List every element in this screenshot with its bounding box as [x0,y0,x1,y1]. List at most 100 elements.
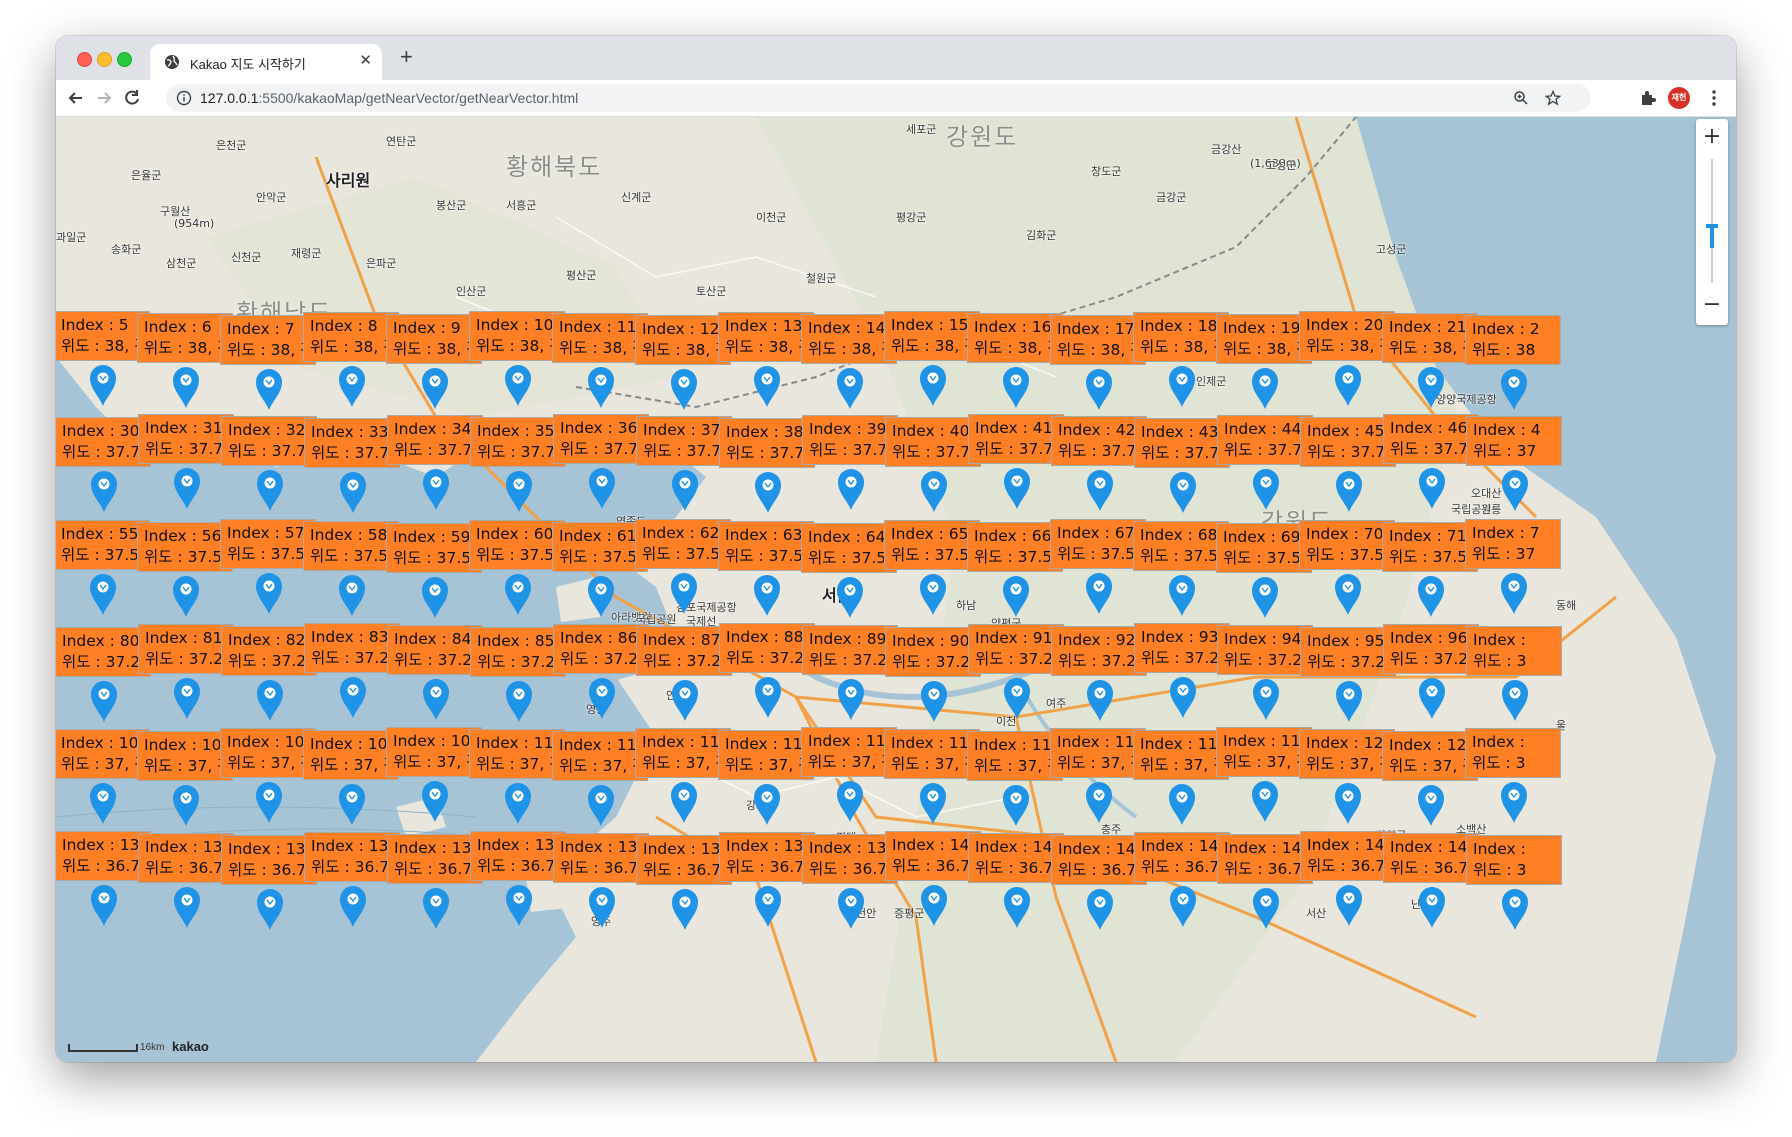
marker-info-window[interactable]: Index : 140 위도 : 36.75, [885,831,981,881]
map-pin-marker-icon[interactable] [88,363,118,407]
map-pin-marker-icon[interactable] [752,573,782,617]
map-pin-marker-icon[interactable] [587,676,617,720]
marker-info-window[interactable]: Index : 66 위도 : 37.5, 경 [967,522,1063,572]
marker-info-window[interactable]: Index : 16 위도 : 38, 경 [967,313,1063,363]
marker-info-window[interactable]: Index : 80 위도 : 37.25, [56,627,151,677]
map-pin-marker-icon[interactable] [504,883,534,927]
reload-icon[interactable] [122,88,142,108]
marker-info-window[interactable]: Index : 17 위도 : 38, 경 [1050,315,1146,365]
map-pin-marker-icon[interactable] [1168,470,1198,514]
map-pin-marker-icon[interactable] [172,676,202,720]
marker-info-window[interactable]: Index : 55 위도 : 37.5, 경 [56,520,150,570]
zoom-slider-handle[interactable] [1705,222,1719,250]
map-pin-marker-icon[interactable] [1334,679,1364,723]
map-pin-marker-icon[interactable] [1500,468,1530,512]
map-pin-marker-icon[interactable] [89,469,119,513]
map-pin-marker-icon[interactable] [670,887,700,931]
marker-info-window[interactable]: Index : 위도 : 3 [1465,728,1561,778]
map-pin-marker-icon[interactable] [1167,364,1197,408]
map-pin-marker-icon[interactable] [752,364,782,408]
marker-info-window[interactable]: Index : 143 위도 : 36.75, [1134,832,1230,882]
profile-avatar[interactable]: 재헌 [1668,87,1690,109]
marker-info-window[interactable]: Index : 64 위도 : 37.5, 경 [801,523,897,573]
marker-info-window[interactable]: Index : 131 위도 : 36.75, [138,833,234,883]
map-pin-marker-icon[interactable] [1417,885,1447,929]
map-pin-marker-icon[interactable] [919,469,949,513]
map-pin-marker-icon[interactable] [1085,468,1115,512]
map-pin-marker-icon[interactable] [1168,884,1198,928]
map-pin-marker-icon[interactable] [918,781,948,825]
marker-info-window[interactable]: Index : 117 위도 : 37, 경 [1050,728,1146,778]
marker-info-window[interactable]: Index : 111 위도 : 37, 경 [552,731,648,781]
tab-kakao-map[interactable]: Kakao 지도 시작하기 ✕ [150,44,382,80]
map-pin-marker-icon[interactable] [171,365,201,409]
map-pin-marker-icon[interactable] [89,883,119,927]
marker-info-window[interactable]: Index : 108 위도 : 37, 경 [303,730,399,780]
map-pin-marker-icon[interactable] [503,572,533,616]
marker-info-window[interactable]: Index : 82 위도 : 37.25, [221,626,317,676]
marker-info-window[interactable]: Index : 59 위도 : 37.5, 경 [386,523,482,573]
map-pin-marker-icon[interactable] [503,363,533,407]
forward-arrow-icon[interactable] [94,88,114,108]
map-pin-marker-icon[interactable] [1251,677,1281,721]
more-menu-icon[interactable] [1704,88,1724,108]
marker-info-window[interactable]: Index : 38 위도 : 37.75, [719,418,815,468]
marker-info-window[interactable]: Index : 107 위도 : 37, 경 [220,728,316,778]
map-pin-marker-icon[interactable] [919,679,949,723]
marker-info-window[interactable]: Index : 116 위도 : 37, 경 [967,731,1063,781]
marker-info-window[interactable]: Index : 36 위도 : 37.75, [553,414,649,464]
map-pin-marker-icon[interactable] [338,675,368,719]
map-pin-marker-icon[interactable] [172,885,202,929]
marker-info-window[interactable]: Index : 114 위도 : 37, 경 [801,727,897,777]
map-pin-marker-icon[interactable] [1499,571,1529,615]
map-pin-marker-icon[interactable] [836,886,866,930]
marker-info-window[interactable]: Index : 113 위도 : 37, 경 [718,730,814,780]
map-pin-marker-icon[interactable] [420,366,450,410]
map-pin-marker-icon[interactable] [1085,678,1115,722]
minimize-window-button[interactable] [97,52,112,67]
marker-info-window[interactable]: Index : 43 위도 : 37.75, [1134,418,1230,468]
marker-info-window[interactable]: Index : 133 위도 : 36.75, [304,832,400,882]
marker-info-window[interactable]: Index : 68 위도 : 37.5, 경 [1133,521,1229,571]
map-pin-marker-icon[interactable] [1333,572,1363,616]
marker-info-window[interactable]: Index : 9 위도 : 38, 경 [386,314,482,364]
map-pin-marker-icon[interactable] [1001,574,1031,618]
marker-info-window[interactable]: Index : 위도 : 3 [1466,626,1562,676]
map-pin-marker-icon[interactable] [587,885,617,929]
marker-info-window[interactable]: Index : 138 위도 : 36.75, [719,832,815,882]
map-pin-marker-icon[interactable] [1085,887,1115,931]
marker-info-window[interactable]: Index : 84 위도 : 37.25, [387,625,483,675]
map-pin-marker-icon[interactable] [1250,779,1280,823]
marker-info-window[interactable]: Index : 56 위도 : 37.5, 경 [137,522,233,572]
map-pin-marker-icon[interactable] [586,574,616,618]
marker-info-window[interactable]: Index : 144 위도 : 36.75, [1217,834,1313,884]
map-pin-marker-icon[interactable] [670,468,700,512]
map-pin-marker-icon[interactable] [1167,782,1197,826]
map-pin-marker-icon[interactable] [918,572,948,616]
marker-info-window[interactable]: Index : 4 위도 : 37 [1466,416,1562,466]
zoom-magnifier-icon[interactable] [1513,90,1529,106]
marker-info-window[interactable]: Index : 91 위도 : 37.25, [968,624,1064,674]
marker-info-window[interactable]: Index : 7 위도 : 38, 경 [220,315,316,365]
marker-info-window[interactable]: Index : 96 위도 : 37.25, [1383,624,1479,674]
marker-info-window[interactable]: Index : 121 위도 : 37, 경 [1382,731,1478,781]
marker-info-window[interactable]: Index : 69 위도 : 37.5, 경 [1216,523,1312,573]
marker-info-window[interactable]: Index : 142 위도 : 36.75, [1051,835,1147,885]
marker-info-window[interactable]: Index : 12 위도 : 38, 경 [635,315,731,365]
marker-info-window[interactable]: Index : 89 위도 : 37.25, [802,625,898,675]
marker-info-window[interactable]: Index : 21 위도 : 38, 경 [1382,313,1478,363]
marker-info-window[interactable]: Index : 67 위도 : 37.5, 경 [1050,519,1146,569]
marker-info-window[interactable]: Index : 83 위도 : 37.25, [304,623,400,673]
map-pin-marker-icon[interactable] [1416,365,1446,409]
marker-info-window[interactable]: Index : 93 위도 : 37.25, [1134,623,1230,673]
map-pin-marker-icon[interactable] [753,884,783,928]
marker-info-window[interactable]: Index : 110 위도 : 37, 경 [469,729,565,779]
zoom-in-button[interactable]: + [1696,121,1728,153]
marker-info-window[interactable]: Index : 137 위도 : 36.75, [636,835,732,885]
map-pin-marker-icon[interactable] [254,571,284,615]
map-pin-marker-icon[interactable] [1417,676,1447,720]
zoom-out-button[interactable]: − [1696,289,1728,321]
map-pin-marker-icon[interactable] [670,678,700,722]
marker-info-window[interactable]: Index : 2 위도 : 38 [1465,315,1561,365]
marker-info-window[interactable]: Index : 62 위도 : 37.5, 경 [635,519,731,569]
